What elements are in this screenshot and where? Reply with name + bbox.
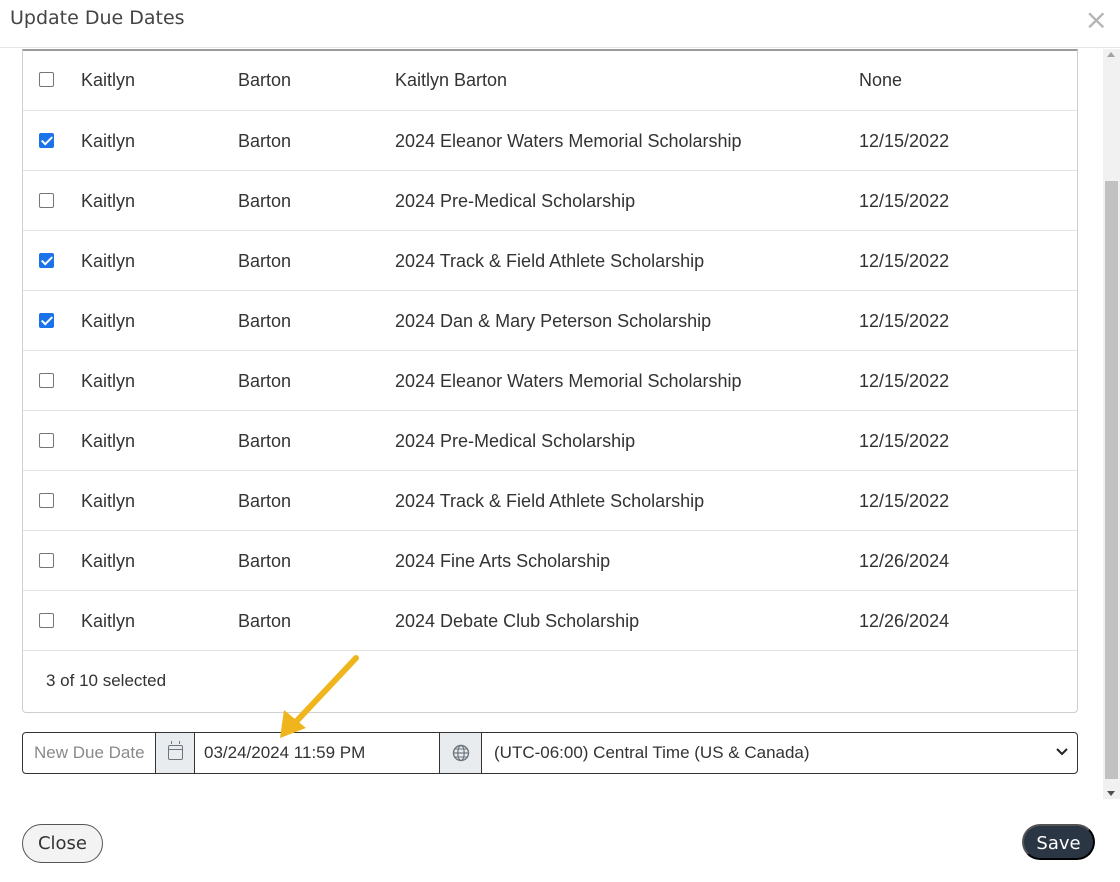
due-date-cell: None	[859, 70, 903, 90]
modal-body: Kaitlyn Barton Kaitlyn Barton None Kaitlyn Ba…	[0, 49, 1103, 796]
table-row[interactable]: Kaitlyn Barton 2024 Track & Field Athlete …	[23, 231, 1077, 291]
scroll-down-icon[interactable]	[1107, 791, 1115, 796]
globe-icon	[452, 744, 470, 762]
last-name-cell: Barton	[238, 551, 292, 571]
table-row[interactable]: Kaitlyn Barton Kaitlyn Barton None	[23, 51, 1077, 111]
scroll-up-icon[interactable]	[1107, 52, 1115, 57]
modal-scrollbar[interactable]	[1103, 49, 1120, 799]
row-checkbox[interactable]	[39, 253, 54, 268]
name-cell: 2024 Pre-Medical Scholarship	[395, 191, 636, 211]
due-date-cell: 12/26/2024	[859, 551, 950, 571]
last-name-cell: Barton	[238, 251, 292, 271]
table-row[interactable]: Kaitlyn Barton 2024 Eleanor Waters Memoria…	[23, 351, 1077, 411]
last-name-cell: Barton	[238, 371, 292, 391]
due-date-cell: 12/26/2024	[859, 611, 950, 631]
name-cell: 2024 Eleanor Waters Memorial Scholarship	[395, 371, 742, 391]
row-checkbox[interactable]	[39, 373, 54, 388]
table-row[interactable]: Kaitlyn Barton 2024 Track & Field Athlete …	[23, 471, 1077, 531]
row-checkbox[interactable]	[39, 493, 54, 508]
name-cell: 2024 Debate Club Scholarship	[395, 611, 640, 631]
name-cell: Kaitlyn Barton	[395, 70, 508, 90]
row-checkbox[interactable]	[39, 72, 54, 87]
last-name-cell: Barton	[238, 70, 292, 90]
close-icon[interactable]: ×	[1085, 6, 1108, 34]
new-due-date-group: New Due Date (UTC-06:00) Central Time (U…	[22, 732, 1078, 774]
row-checkbox[interactable]	[39, 433, 54, 448]
chevron-down-icon	[1056, 748, 1068, 756]
timezone-value: (UTC-06:00) Central Time (US & Canada)	[494, 743, 810, 762]
first-name-cell: Kaitlyn	[81, 191, 136, 211]
name-cell: 2024 Track & Field Athlete Scholarship	[395, 251, 705, 271]
table-row[interactable]: Kaitlyn Barton 2024 Pre-Medical Scholarshi…	[23, 171, 1077, 231]
calendar-icon	[168, 741, 183, 760]
arrow-annotation	[280, 655, 359, 738]
modal-title: Update Due Dates	[10, 7, 185, 29]
name-cell: 2024 Eleanor Waters Memorial Scholarship	[395, 131, 742, 151]
row-checkbox[interactable]	[39, 553, 54, 568]
name-cell: 2024 Fine Arts Scholarship	[395, 551, 611, 571]
first-name-cell: Kaitlyn	[81, 551, 136, 571]
first-name-cell: Kaitlyn	[81, 311, 136, 331]
row-checkbox[interactable]	[39, 133, 54, 148]
last-name-cell: Barton	[238, 191, 292, 211]
first-name-cell: Kaitlyn	[81, 251, 136, 271]
first-name-cell: Kaitlyn	[81, 491, 136, 511]
scrollbar-thumb[interactable]	[1105, 181, 1118, 779]
table-row[interactable]: Kaitlyn Barton 2024 Pre-Medical Scholarshi…	[23, 411, 1077, 471]
due-date-cell: 12/15/2022	[859, 431, 950, 451]
table-row[interactable]: Kaitlyn Barton 2024 Debate Club Scholarshi…	[23, 591, 1077, 651]
save-button[interactable]: Save	[1022, 824, 1095, 860]
last-name-cell: Barton	[238, 311, 292, 331]
last-name-cell: Barton	[238, 131, 292, 151]
due-date-cell: 12/15/2022	[859, 131, 950, 151]
students-grid: Kaitlyn Barton Kaitlyn Barton None Kaitlyn Ba…	[22, 49, 1078, 713]
grid-footer: 3 of 10 selected	[23, 651, 1077, 711]
name-cell: 2024 Track & Field Athlete Scholarship	[395, 491, 705, 511]
first-name-cell: Kaitlyn	[81, 611, 136, 631]
row-checkbox[interactable]	[39, 193, 54, 208]
new-due-date-label: New Due Date	[23, 733, 156, 773]
timezone-select[interactable]: (UTC-06:00) Central Time (US & Canada)	[482, 733, 1077, 773]
due-date-cell: 12/15/2022	[859, 371, 950, 391]
table-row[interactable]: Kaitlyn Barton 2024 Dan & Mary Peterson Sc…	[23, 291, 1077, 351]
table-row[interactable]: Kaitlyn Barton 2024 Fine Arts Scholarship 1…	[23, 531, 1077, 591]
first-name-cell: Kaitlyn	[81, 371, 136, 391]
grid-rows: Kaitlyn Barton Kaitlyn Barton None Kaitlyn Ba…	[23, 51, 1077, 651]
due-date-cell: 12/15/2022	[859, 491, 950, 511]
modal-header: Update Due Dates ×	[0, 0, 1120, 48]
due-date-cell: 12/15/2022	[859, 191, 950, 211]
last-name-cell: Barton	[238, 491, 292, 511]
first-name-cell: Kaitlyn	[81, 431, 136, 451]
first-name-cell: Kaitlyn	[81, 131, 136, 151]
table-row[interactable]: Kaitlyn Barton 2024 Eleanor Waters Memoria…	[23, 111, 1077, 171]
last-name-cell: Barton	[238, 431, 292, 451]
close-button[interactable]: Close	[22, 824, 103, 863]
timezone-addon	[440, 733, 482, 773]
calendar-button[interactable]	[156, 733, 195, 773]
row-checkbox[interactable]	[39, 613, 54, 628]
first-name-cell: Kaitlyn	[81, 70, 136, 90]
due-date-cell: 12/15/2022	[859, 251, 950, 271]
selection-count: 3 of 10 selected	[46, 671, 167, 690]
name-cell: 2024 Pre-Medical Scholarship	[395, 431, 636, 451]
name-cell: 2024 Dan & Mary Peterson Scholarship	[395, 311, 712, 331]
due-date-cell: 12/15/2022	[859, 311, 950, 331]
row-checkbox[interactable]	[39, 313, 54, 328]
